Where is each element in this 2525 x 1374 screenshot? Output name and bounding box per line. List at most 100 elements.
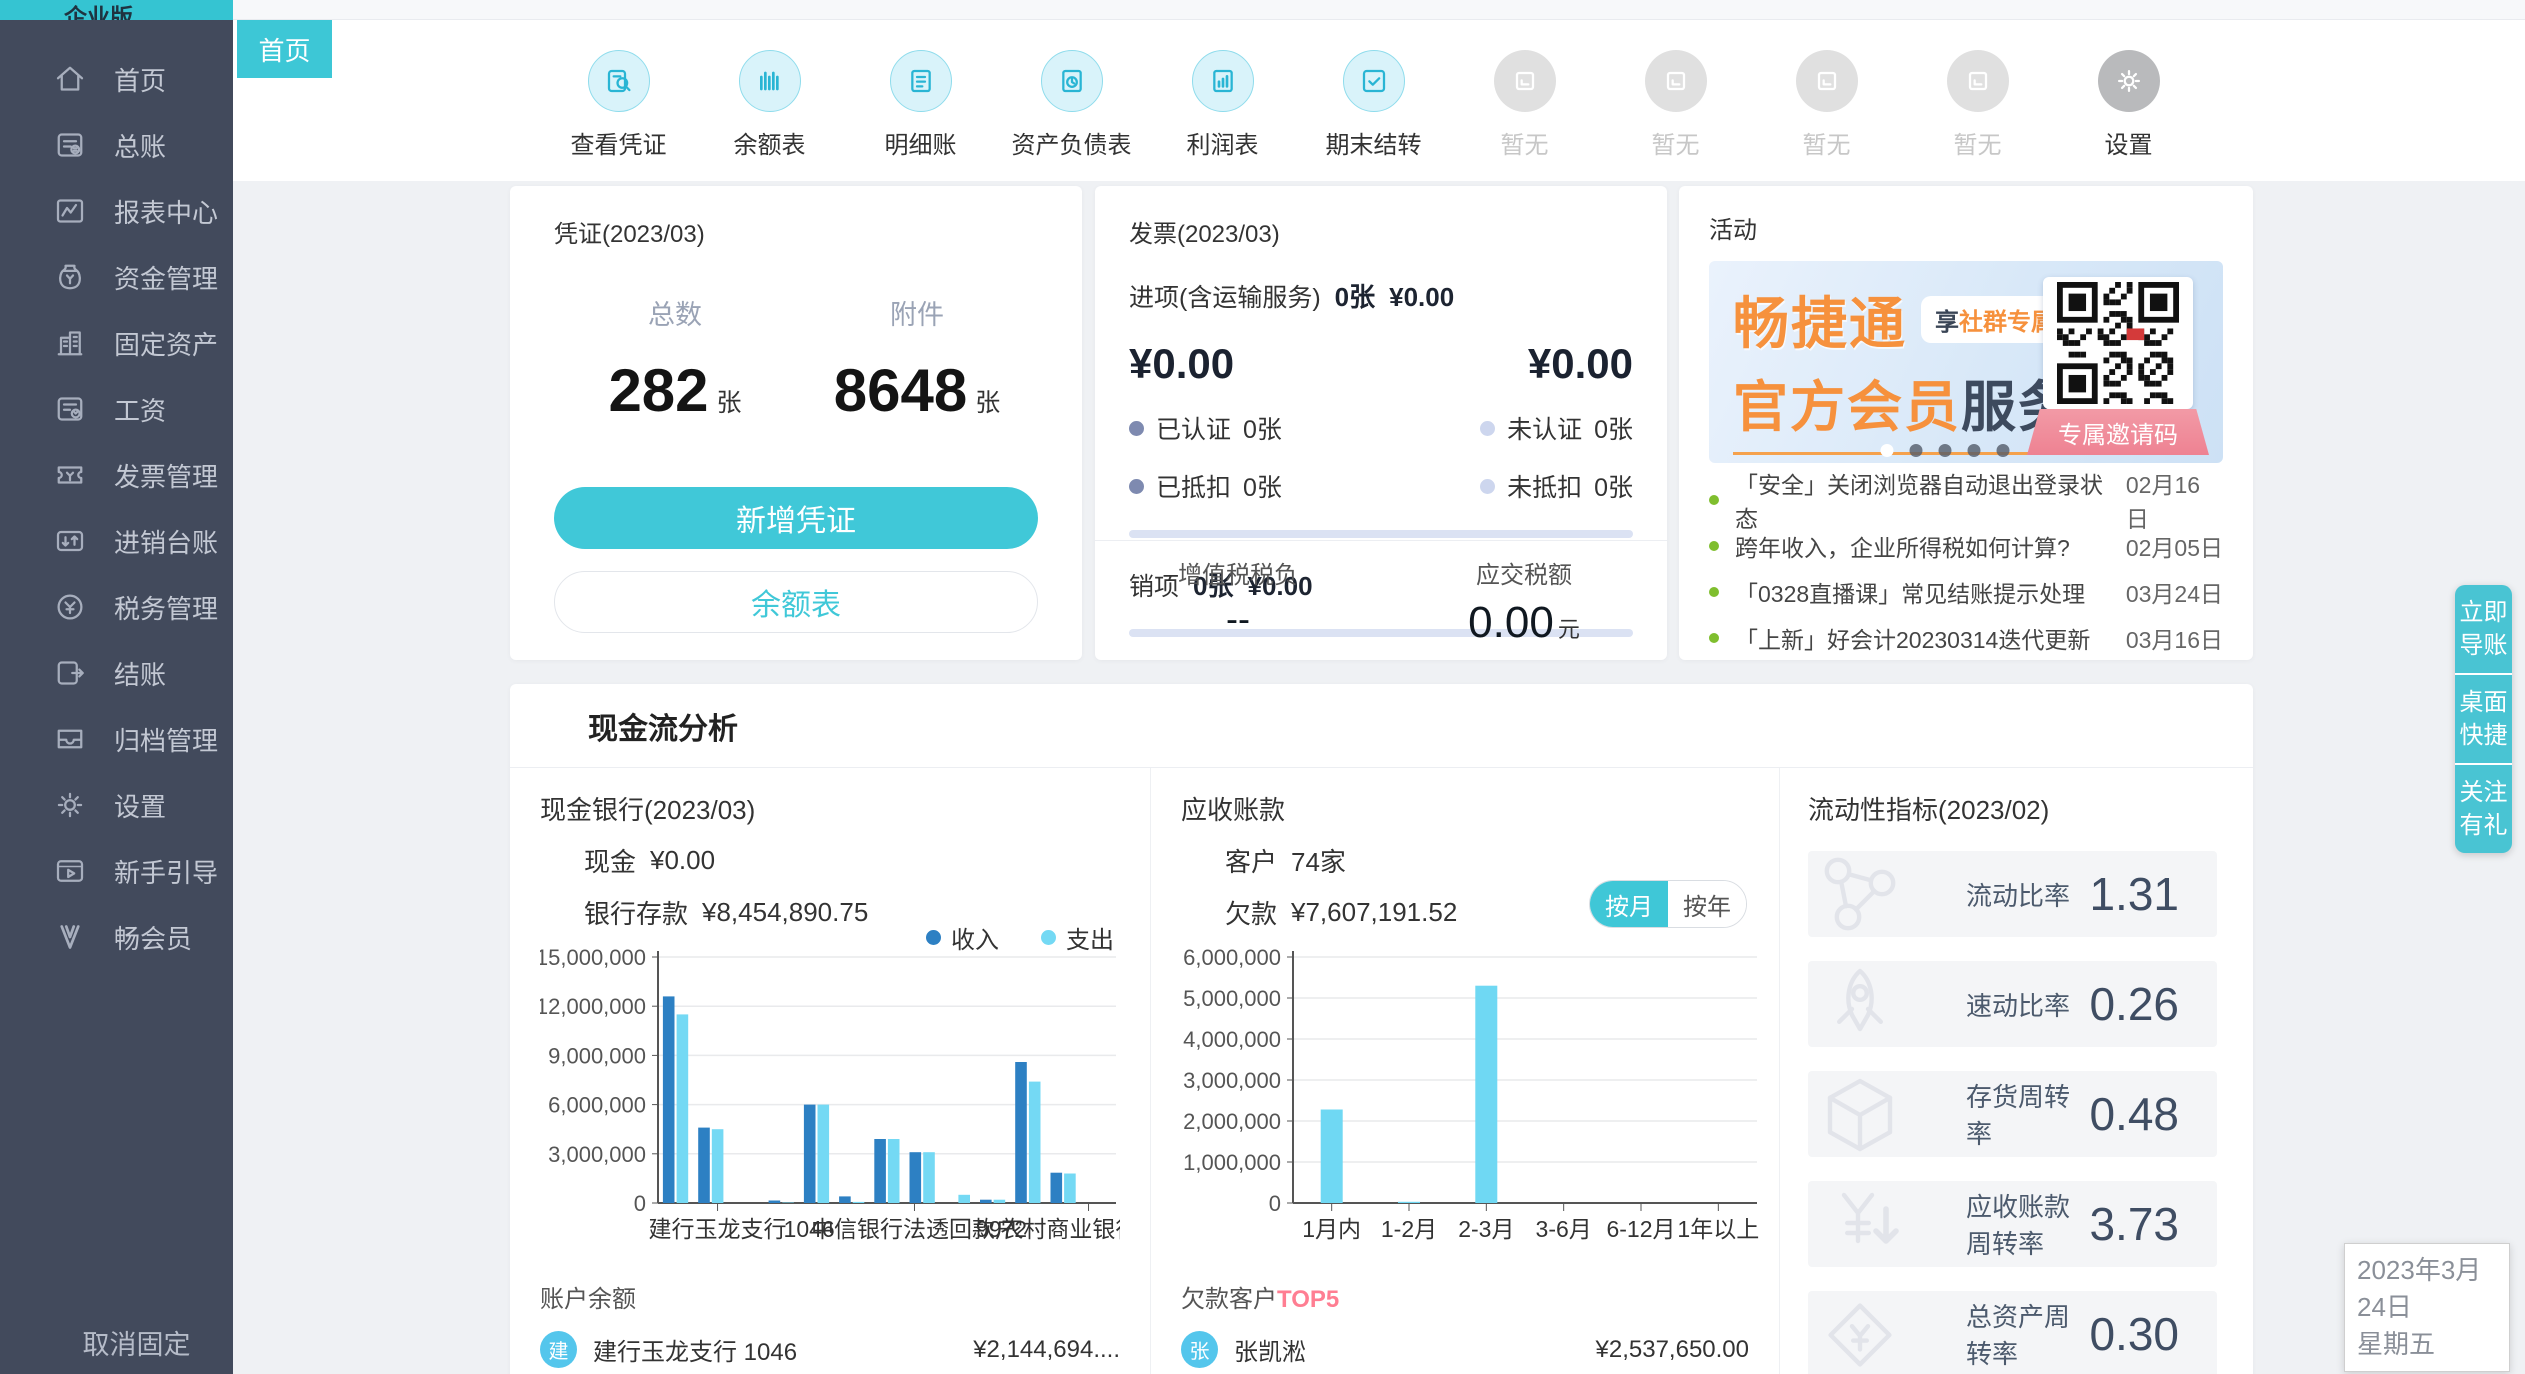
period-toggle: 按月 按年 (1589, 880, 1747, 928)
sidebar-item-report-center[interactable]: 报表中心 (0, 178, 233, 244)
undeducted-row: 未抵扣 0张 (1396, 468, 1633, 504)
carousel-dot[interactable] (1938, 444, 1952, 457)
sidebar-item-guide[interactable]: 新手引导 (0, 838, 233, 904)
question-icon[interactable] (767, 795, 794, 822)
svg-text:9,000,000: 9,000,000 (548, 1043, 646, 1068)
qr-code (2043, 277, 2193, 409)
quick-action-期末结转[interactable]: 期末结转 (1298, 50, 1449, 160)
toggle-monthly[interactable]: 按月 (1590, 881, 1668, 927)
sidebar-item-label: 资金管理 (114, 263, 219, 294)
vip-icon (52, 919, 88, 955)
quick-action-empty-7[interactable]: 暂无 (1600, 50, 1751, 160)
toggle-yearly[interactable]: 按年 (1668, 881, 1746, 927)
sidebar-item-tax-mgmt[interactable]: 税务管理 (0, 574, 233, 640)
sidebar-item-label: 发票管理 (114, 461, 219, 492)
liquidity-column: 流动性指标(2023/02) 流动比率 1.31 速动比率 0.26 存货周转率… (1780, 768, 2253, 1374)
quick-action-empty-9[interactable]: 暂无 (1902, 50, 2053, 160)
side-button-0[interactable]: 立即导账 (2455, 585, 2512, 673)
sidebar-item-fund-management[interactable]: 资金管理 (0, 244, 233, 310)
quick-action-label: 暂无 (1500, 132, 1549, 159)
carousel-dot[interactable] (1909, 444, 1923, 457)
news-text: 「安全」关闭浏览器自动退出登录状态 (1735, 472, 2103, 532)
sidebar-item-general-ledger[interactable]: 总账 (0, 112, 233, 178)
quick-action-circle (1342, 50, 1405, 112)
invoice-footer: 增值税税负 -- 应交税额 0.00 元 (1095, 540, 1667, 660)
quick-action-circle (1040, 50, 1103, 112)
sidebar-item-label: 设置 (114, 791, 167, 822)
weekday-line: 星期五 (2357, 1329, 2436, 1359)
quick-action-明细账[interactable]: 明细账 (845, 50, 996, 160)
debtor-row[interactable]: 张 张凯淞 ¥2,537,650.00 (1181, 1331, 1749, 1368)
guide-icon (52, 853, 88, 889)
quick-action-余额表[interactable]: 余额表 (694, 50, 845, 160)
svg-text:3-6月: 3-6月 (1536, 1216, 1592, 1242)
input-progress-bar (1129, 530, 1633, 538)
news-item[interactable]: 「0328直播课」常见结账提示处理 03月24日 (1709, 569, 2223, 615)
sidebar-item-salary[interactable]: 工资 (0, 376, 233, 442)
metric-label: 流动比率 (1966, 880, 2071, 911)
sidebar-item-membership[interactable]: 畅会员 (0, 904, 233, 970)
quick-action-资产负债表[interactable]: 资产负债表 (996, 50, 1147, 160)
promo-banner[interactable]: 畅捷通 享社群专属权益 官方会员服务群 ◆7×15h资深顾问在线答疑◆每周财税行… (1709, 261, 2223, 463)
sidebar-item-fixed-assets[interactable]: 固定资产 (0, 310, 233, 376)
gear-icon (52, 787, 88, 823)
sidebar-list: 首页 总账 报表中心 资金管理 固定资产 工资 发票管理 进销台账 税务管理 结… (0, 20, 233, 970)
news-item[interactable]: 「上新」好会计20230314迭代更新 03月16日 (1709, 615, 2223, 661)
date-line: 2023年3月24日 (2357, 1255, 2482, 1322)
quick-action-empty-8[interactable]: 暂无 (1751, 50, 1902, 160)
sidebar-item-label: 固定资产 (114, 329, 219, 360)
invoice-icon (52, 457, 88, 493)
balance-table-button[interactable]: 余额表 (554, 571, 1038, 633)
news-bullet-icon (1709, 633, 1719, 643)
new-voucher-button[interactable]: 新增凭证 (554, 487, 1038, 549)
quick-action-circle (587, 50, 650, 112)
quick-action-利润表[interactable]: 利润表 (1147, 50, 1298, 160)
quick-action-设置[interactable]: 设置 (2053, 50, 2204, 160)
unpin-sidebar-button[interactable]: 取消固定 (0, 1323, 233, 1362)
quick-action-circle (1946, 50, 2009, 112)
sidebar-item-closing[interactable]: 结账 (0, 640, 233, 706)
sidebar-item-archive[interactable]: 归档管理 (0, 706, 233, 772)
edition-label: 企业版 (64, 4, 133, 20)
quick-action-circle (1795, 50, 1858, 112)
status-dot-certified (1129, 420, 1144, 436)
moneybag-icon (1181, 898, 1211, 928)
collapse-icon (43, 1328, 73, 1358)
metric-rocket: 速动比率 0.26 (1808, 961, 2217, 1047)
news-item[interactable]: 跨年收入，企业所得税如何计算? 02月05日 (1709, 523, 2223, 569)
svg-text:3,000,000: 3,000,000 (548, 1142, 646, 1167)
sidebar-item-purchase-sales[interactable]: 进销台账 (0, 508, 233, 574)
balance-sheet-icon (1056, 65, 1088, 97)
yuan-down-icon (1812, 1181, 1908, 1267)
invoice-certified-col: ¥0.00 已认证 0张 已抵扣 0张 (1129, 340, 1366, 504)
cash-icon (540, 846, 570, 876)
sidebar-item-invoice-mgmt[interactable]: 发票管理 (0, 442, 233, 508)
quick-action-empty-6[interactable]: 暂无 (1449, 50, 1600, 160)
liquidity-title: 流动性指标(2023/02) (1808, 795, 2050, 825)
question-icon[interactable] (1471, 899, 1498, 926)
sidebar-item-label: 结账 (114, 659, 167, 690)
sidebar-item-settings[interactable]: 设置 (0, 772, 233, 838)
account-row[interactable]: 建 建行玉龙支行 1046 ¥2,144,694.... (540, 1331, 1120, 1368)
closing-icon (52, 655, 88, 691)
quick-action-circle (1191, 50, 1254, 112)
metric-label: 应收账款周转率 (1966, 1192, 2071, 1259)
side-button-1[interactable]: 桌面快捷 (2455, 673, 2512, 763)
carousel-dot[interactable] (1967, 444, 1981, 457)
quick-action-label: 期末结转 (1325, 132, 1422, 159)
metric-asset-turn: 总资产周转率 0.30 (1808, 1291, 2217, 1374)
carousel-dot[interactable] (1996, 444, 2010, 457)
cash-bank-column: 现金银行(2023/03) 现金 ¥0.00 银行存款 ¥8,454,890.7… (510, 768, 1150, 1374)
sidebar-item-home[interactable]: 首页 (0, 46, 233, 112)
voucher-card: 凭证(2023/03) 总数 282 张 附件 8648 张 新增凭证 余额表 (510, 186, 1082, 660)
side-button-2[interactable]: 关注有礼 (2455, 763, 2512, 853)
quick-action-查看凭证[interactable]: 查看凭证 (543, 50, 694, 160)
carousel-dots[interactable] (1880, 444, 2010, 457)
tab-home[interactable]: 首页 (237, 20, 332, 78)
quick-actions-row: 查看凭证 余额表 明细账 资产负债表 利润表 期末结转 暂无 暂无 暂无 暂无 … (543, 50, 2204, 160)
sidebar-item-label: 总账 (114, 131, 167, 162)
carousel-dot[interactable] (1880, 444, 1894, 457)
carryover-icon (1358, 65, 1390, 97)
news-item[interactable]: 「安全」关闭浏览器自动退出登录状态 02月16日 (1709, 472, 2223, 532)
sidebar-item-label: 报表中心 (114, 197, 219, 228)
